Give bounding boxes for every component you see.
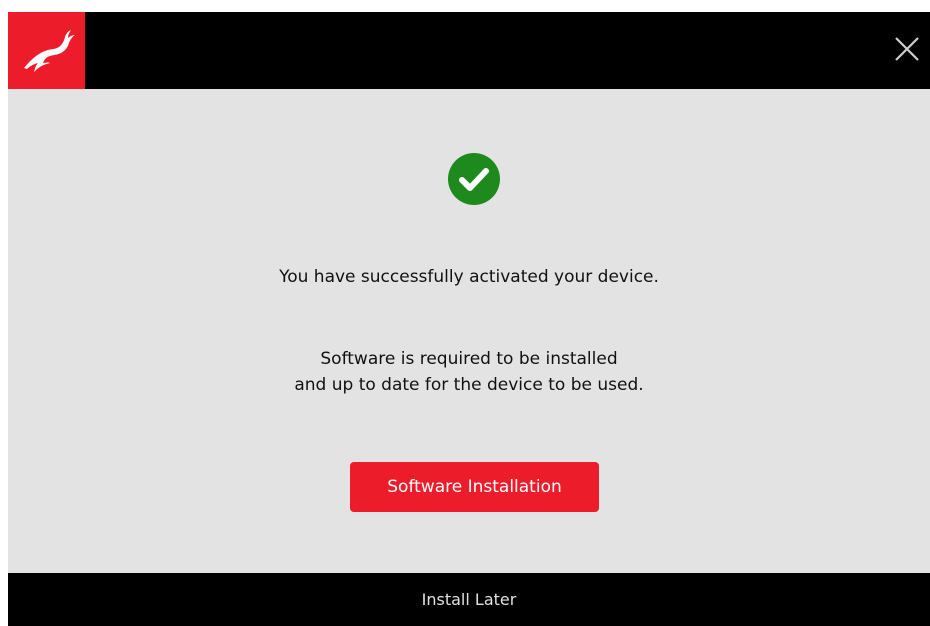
success-message: You have successfully activated your dev… bbox=[279, 267, 659, 287]
antelope-logo-icon bbox=[8, 12, 85, 89]
requirement-line-2: and up to date for the device to be used… bbox=[294, 375, 644, 395]
requirement-line-1: Software is required to be installed bbox=[320, 349, 618, 369]
dialog-content: You have successfully activated your dev… bbox=[8, 89, 930, 573]
install-later-button[interactable]: Install Later bbox=[8, 573, 930, 626]
requirement-message: Software is required to be installed and… bbox=[8, 346, 930, 398]
close-icon[interactable] bbox=[890, 32, 924, 66]
activation-dialog: You have successfully activated your dev… bbox=[8, 12, 930, 626]
install-later-label: Install Later bbox=[421, 590, 517, 609]
check-circle-icon bbox=[448, 153, 500, 205]
software-installation-button[interactable]: Software Installation bbox=[350, 462, 599, 512]
title-bar bbox=[8, 12, 930, 89]
